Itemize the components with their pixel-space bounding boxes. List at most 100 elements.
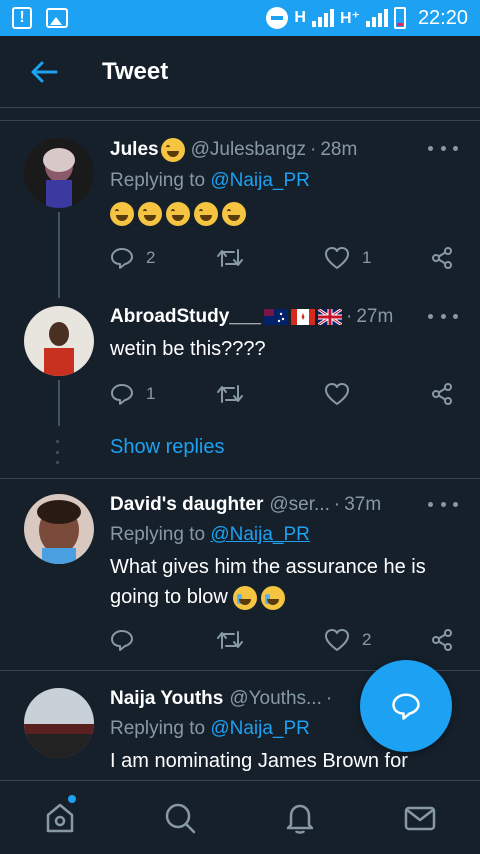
notifications-icon xyxy=(286,804,314,834)
status-time: 22:20 xyxy=(417,6,468,29)
display-name[interactable]: Jules xyxy=(110,139,159,161)
network-type-1: H xyxy=(294,9,306,26)
tweet-text: What gives him the assurance he is going… xyxy=(110,552,464,612)
replying-to: Replying to @Naija_PR xyxy=(110,170,464,192)
reply-button[interactable] xyxy=(110,628,134,652)
tweet-time: 37m xyxy=(344,494,382,515)
avatar[interactable] xyxy=(24,306,94,376)
avatar[interactable] xyxy=(24,138,94,208)
tweet-time: 28m xyxy=(320,139,358,160)
user-handle[interactable]: @Julesbangz xyxy=(191,139,306,161)
share-button[interactable] xyxy=(430,382,454,406)
image-icon xyxy=(46,8,68,28)
compose-reply-icon xyxy=(392,693,420,720)
reply-tweet[interactable]: AbroadStudy___ · 27m wetin be this???? 1 xyxy=(0,306,480,426)
retweet-button[interactable] xyxy=(216,382,244,406)
signal-icon-2 xyxy=(365,9,388,27)
share-icon xyxy=(432,383,452,405)
nav-notifications[interactable] xyxy=(240,781,360,854)
retweet-icon xyxy=(217,249,243,267)
page-title: Tweet xyxy=(102,57,169,85)
reply-icon xyxy=(111,630,133,651)
retweet-icon xyxy=(217,631,243,649)
separator-dot: · xyxy=(325,688,333,709)
reply-fab-button[interactable] xyxy=(360,660,452,752)
like-button[interactable]: 2 xyxy=(324,628,371,652)
signal-icon xyxy=(311,9,334,27)
battery-icon xyxy=(393,7,406,29)
search-icon xyxy=(165,803,196,833)
reply-icon xyxy=(111,248,133,269)
more-options-button[interactable] xyxy=(428,494,458,514)
share-button[interactable] xyxy=(430,246,454,270)
display-name[interactable]: AbroadStudy___ xyxy=(110,306,261,328)
like-button[interactable] xyxy=(324,382,350,406)
mention-link[interactable]: @Naija_PR xyxy=(210,524,310,545)
like-count: 1 xyxy=(362,248,372,267)
tweet-actions: 1 xyxy=(110,382,460,412)
notification-dot xyxy=(68,795,76,803)
tweet-divider xyxy=(0,478,480,479)
uk-flag-icon xyxy=(317,309,342,325)
share-icon xyxy=(432,629,452,651)
laughing-emoji-icon xyxy=(166,201,190,226)
separator-dot: · xyxy=(345,306,353,327)
reply-count: 1 xyxy=(146,384,156,403)
canada-flag-icon xyxy=(290,309,315,325)
display-name[interactable]: Naija Youths xyxy=(110,688,223,710)
tweet-text: wetin be this???? xyxy=(110,338,266,360)
laughing-emoji-icon xyxy=(138,201,162,226)
like-button[interactable]: 1 xyxy=(324,246,371,270)
more-options-button[interactable] xyxy=(428,306,458,326)
share-button[interactable] xyxy=(430,628,454,652)
retweet-button[interactable] xyxy=(216,246,244,270)
back-button[interactable] xyxy=(14,42,74,102)
top-app-bar: Tweet xyxy=(0,36,480,108)
crying-emoji-icon xyxy=(233,585,258,610)
reply-tweet[interactable]: David's daughter @ser... · 37m Replying … xyxy=(0,494,480,664)
tweet-actions: 2 1 xyxy=(110,246,460,276)
thread-line xyxy=(58,380,60,426)
messages-icon xyxy=(404,806,436,830)
avatar[interactable] xyxy=(24,494,94,564)
reply-button[interactable]: 2 xyxy=(110,246,155,270)
australia-flag-icon xyxy=(263,309,288,325)
show-replies-link[interactable]: Show replies xyxy=(110,436,225,459)
arrow-left-icon xyxy=(31,61,58,82)
separator-dot: · xyxy=(333,494,341,515)
laughing-emoji-icon xyxy=(222,201,246,226)
retweet-button[interactable] xyxy=(216,628,244,652)
display-name[interactable]: David's daughter xyxy=(110,494,263,516)
replying-to: Replying to @Naija_PR xyxy=(110,524,464,546)
retweet-icon xyxy=(217,385,243,403)
tweet-actions: 2 xyxy=(110,628,460,658)
home-icon xyxy=(46,803,74,832)
thread-dots xyxy=(56,440,60,464)
laughing-emoji-icon xyxy=(110,201,134,226)
smiley-emoji-icon xyxy=(160,138,185,162)
nav-search[interactable] xyxy=(120,781,240,854)
user-handle[interactable]: @ser... xyxy=(269,494,329,516)
like-count: 2 xyxy=(362,630,372,649)
crying-emoji-icon xyxy=(261,585,286,610)
replying-prefix: Replying to xyxy=(110,170,206,191)
mention-link[interactable]: @Naija_PR xyxy=(210,718,310,739)
user-handle[interactable]: @Youths... xyxy=(229,688,322,710)
reply-button[interactable]: 1 xyxy=(110,382,155,406)
share-icon xyxy=(432,247,452,269)
alert-icon: ! xyxy=(12,7,32,29)
avatar[interactable] xyxy=(24,688,94,758)
more-options-button[interactable] xyxy=(428,138,458,158)
heart-icon xyxy=(325,247,349,269)
network-type-2: H⁺ xyxy=(339,10,360,27)
mention-link[interactable]: @Naija_PR xyxy=(210,170,310,191)
nav-home[interactable] xyxy=(0,781,120,854)
tweet-text xyxy=(110,198,464,228)
status-bar: ! H H⁺ 22:20 xyxy=(0,0,480,36)
replying-prefix: Replying to xyxy=(110,524,206,545)
header-divider xyxy=(0,120,480,121)
reply-tweet[interactable]: Jules @Julesbangz · 28m Replying to @Nai… xyxy=(0,138,480,298)
reply-icon xyxy=(111,384,133,405)
laughing-emoji-icon xyxy=(194,201,218,226)
nav-messages[interactable] xyxy=(360,781,480,854)
